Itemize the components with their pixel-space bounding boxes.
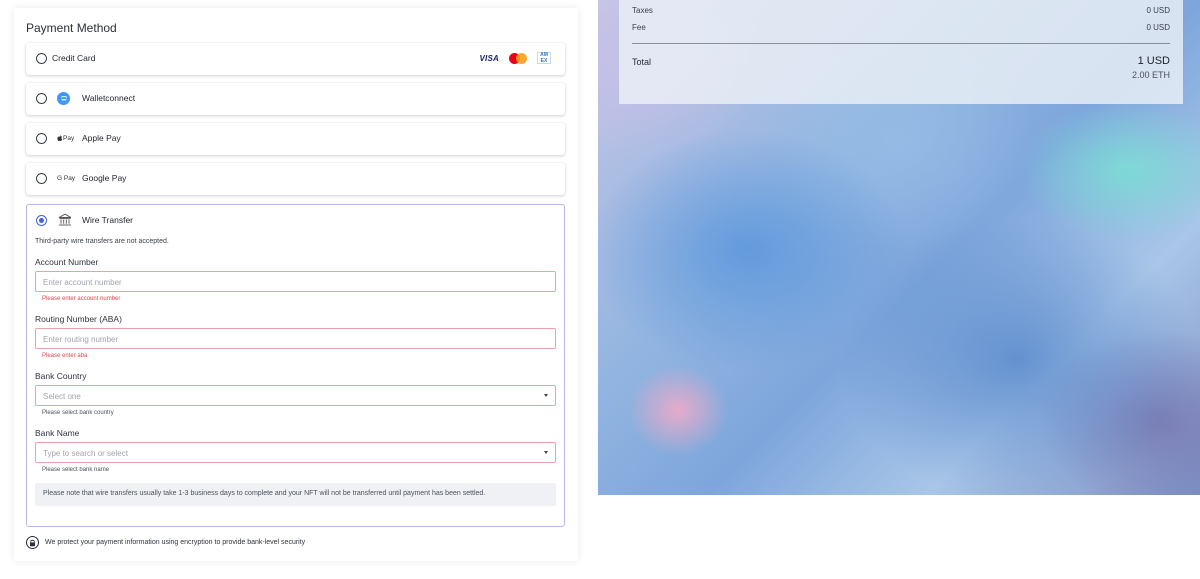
bank-country-hint: Please select bank country — [42, 410, 114, 416]
fee-value: 0 USD — [1146, 23, 1170, 32]
apple-pay-radio[interactable] — [36, 133, 47, 144]
account-number-error: Please enter account number — [42, 296, 121, 302]
walletconnect-label: Walletconnect — [82, 93, 136, 103]
security-note: We protect your payment information usin… — [26, 536, 305, 549]
total-label: Total — [632, 57, 652, 67]
bank-name-label: Bank Name — [35, 428, 80, 438]
credit-card-radio[interactable] — [36, 53, 47, 64]
apple-pay-icon: Pay — [57, 132, 74, 145]
lock-icon — [26, 536, 39, 549]
google-pay-icon: G Pay — [57, 175, 76, 182]
apple-pay-icon-text: Pay — [63, 135, 75, 142]
amex-icon: AM EX — [537, 52, 551, 64]
bank-name-combobox[interactable]: Type to search or select — [35, 442, 556, 463]
wire-transfer-label: Wire Transfer — [82, 215, 134, 225]
option-apple-pay[interactable]: Pay Apple Pay — [26, 123, 565, 155]
wire-transfer-notice-text: Please note that wire transfers usually … — [43, 490, 486, 497]
panel-title: Payment Method — [26, 21, 117, 35]
apple-pay-label: Apple Pay — [82, 133, 121, 143]
account-number-input[interactable]: Enter account number — [35, 271, 556, 292]
routing-number-label: Routing Number (ABA) — [35, 314, 122, 324]
routing-number-input[interactable]: Enter routing number — [35, 328, 556, 349]
walletconnect-radio[interactable] — [36, 93, 47, 104]
total-eth-value: 2.00 ETH — [1131, 70, 1170, 80]
bank-country-label: Bank Country — [35, 371, 87, 381]
taxes-value: 0 USD — [1146, 6, 1170, 15]
visa-icon: VISA — [479, 53, 499, 63]
bank-icon — [58, 213, 72, 226]
option-walletconnect[interactable]: Walletconnect — [26, 83, 565, 115]
security-text: We protect your payment information usin… — [45, 539, 306, 546]
account-number-label: Account Number — [35, 257, 99, 267]
bank-name-placeholder: Type to search or select — [43, 449, 128, 458]
bank-country-placeholder: Select one — [43, 392, 81, 401]
routing-number-placeholder: Enter routing number — [43, 335, 119, 344]
bank-name-hint: Please select bank name — [42, 467, 110, 473]
order-summary: Taxes 0 USD Fee 0 USD Total 1 USD 2.00 E… — [619, 0, 1183, 104]
wire-transfer-notice: Please note that wire transfers usually … — [35, 483, 556, 506]
wire-transfer-note: Third-party wire transfers are not accep… — [35, 238, 169, 245]
routing-number-error: Please enter aba — [42, 353, 88, 359]
taxes-row: Taxes 0 USD — [632, 6, 1170, 15]
total-usd-value: 1 USD — [1137, 55, 1170, 67]
wire-transfer-radio[interactable] — [36, 215, 47, 226]
option-credit-card[interactable]: Credit Card VISA AM EX — [26, 43, 565, 75]
taxes-label: Taxes — [632, 6, 653, 15]
bank-country-select[interactable]: Select one — [35, 385, 556, 406]
summary-divider — [632, 43, 1170, 44]
fee-row: Fee 0 USD — [632, 23, 1170, 32]
credit-card-label: Credit Card — [52, 53, 96, 63]
chevron-down-icon — [544, 394, 548, 397]
fee-label: Fee — [632, 23, 646, 32]
walletconnect-icon — [57, 92, 70, 105]
google-pay-radio[interactable] — [36, 173, 47, 184]
card-logos: VISA AM EX — [480, 52, 551, 64]
payment-method-panel: Payment Method Credit Card VISA AM EX Wa… — [14, 8, 578, 561]
option-wire-transfer[interactable]: Wire Transfer Third-party wire transfers… — [26, 204, 565, 527]
mastercard-icon — [509, 52, 527, 64]
account-number-placeholder: Enter account number — [43, 278, 122, 287]
google-pay-label: Google Pay — [82, 173, 127, 183]
option-google-pay[interactable]: G Pay Google Pay — [26, 163, 565, 195]
chevron-down-icon — [544, 451, 548, 454]
